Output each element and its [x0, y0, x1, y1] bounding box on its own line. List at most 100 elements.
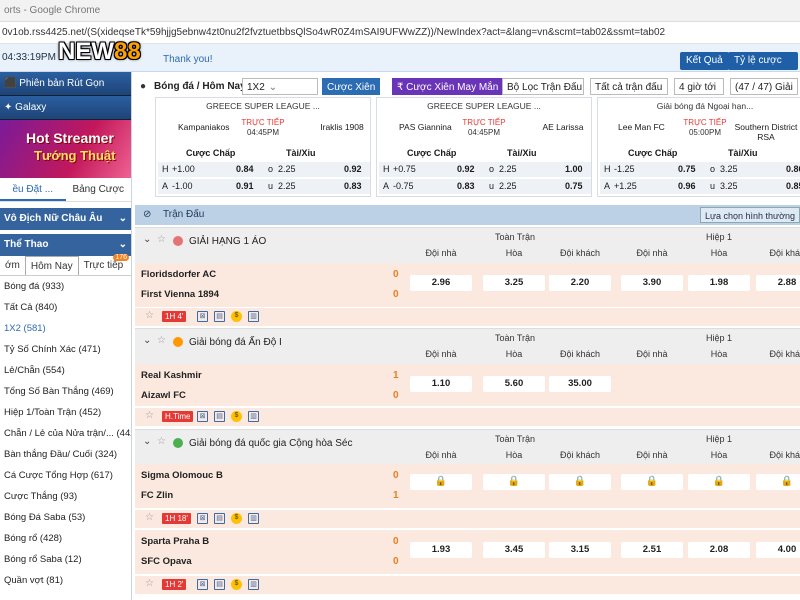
odds-cell[interactable]: 3.15: [549, 542, 611, 558]
handicap-line[interactable]: +1.00: [172, 162, 195, 177]
handicap-line[interactable]: +1.25: [614, 179, 637, 194]
welcome-link[interactable]: Thank you!: [163, 54, 212, 65]
ou-odds[interactable]: 0.86: [786, 162, 800, 177]
handicap-odds[interactable]: 0.83: [457, 179, 475, 194]
stats-icon[interactable]: ▤: [214, 311, 225, 322]
star-icon[interactable]: ☆: [157, 436, 166, 447]
flag-icon[interactable]: ⊠: [197, 579, 208, 590]
match-filter-select[interactable]: Bộ Lọc Trận Đấu: [502, 78, 584, 95]
star-icon[interactable]: ☆: [145, 578, 154, 589]
coin-icon[interactable]: $: [231, 513, 242, 524]
lucky-parlay-button[interactable]: ₹ Cược Xiên May Mắn: [392, 78, 504, 95]
odds-cell[interactable]: 1.93: [410, 542, 472, 558]
stats-icon[interactable]: ▤: [214, 579, 225, 590]
site-logo[interactable]: NEW88: [58, 38, 141, 66]
chart-icon[interactable]: ▥: [248, 579, 259, 590]
flag-icon[interactable]: ⊠: [197, 513, 208, 524]
coin-icon[interactable]: $: [231, 579, 242, 590]
odds-cell[interactable]: 2.96: [410, 275, 472, 291]
odds-cell[interactable]: 3.90: [621, 275, 683, 291]
tab-early[interactable]: ớm: [0, 256, 25, 275]
league-row[interactable]: ⌄ ☆ Giải bóng đá quốc gia Cộng hòa Séc Toàn…: [135, 429, 800, 465]
odds-cell[interactable]: 2.20: [549, 275, 611, 291]
ou-odds[interactable]: 0.75: [565, 179, 583, 194]
streamer-banner[interactable]: Hot Streamer Tướng Thuật: [0, 120, 131, 178]
chart-icon[interactable]: ▥: [248, 513, 259, 524]
ou-odds[interactable]: 0.85: [786, 179, 800, 194]
sidebar-item[interactable]: Chẵn / Lẻ của Nửa trận/... (442): [0, 423, 131, 444]
home-team[interactable]: Floridsdorfer AC: [141, 269, 216, 280]
league-count-select[interactable]: (47 / 47) Giải: [730, 78, 798, 95]
ou-odds[interactable]: 0.92: [344, 162, 362, 177]
ou-line[interactable]: 3.25: [720, 179, 738, 194]
sidebar-item[interactable]: Cược Thắng (93): [0, 486, 131, 507]
odds-cell[interactable]: 2.51: [621, 542, 683, 558]
odds-cell[interactable]: 3.25: [483, 275, 545, 291]
home-team[interactable]: Sparta Praha B: [141, 536, 209, 547]
ou-odds[interactable]: 0.83: [344, 179, 362, 194]
odds-cell[interactable]: 3.45: [483, 542, 545, 558]
ou-line[interactable]: 2.25: [278, 162, 296, 177]
stats-icon[interactable]: ▤: [214, 411, 225, 422]
ou-line[interactable]: 2.25: [278, 179, 296, 194]
sidebar-section-sports[interactable]: Thể Thao ⌄: [0, 234, 131, 256]
chevron-down-icon[interactable]: ⌄: [143, 436, 151, 447]
ou-line[interactable]: 3.25: [720, 162, 738, 177]
sidebar-item[interactable]: Quần vợt (81): [0, 570, 131, 591]
away-team[interactable]: SFC Opava: [141, 556, 192, 567]
sidebar-section-womens-euro[interactable]: Vô Địch Nữ Châu Âu ⌄: [0, 208, 131, 230]
tab-today[interactable]: Hôm Nay: [24, 256, 79, 275]
handicap-line[interactable]: -1.25: [614, 162, 635, 177]
home-team[interactable]: Real Kashmir: [141, 370, 202, 381]
sidebar-item[interactable]: Tổng Số Bàn Thắng (469): [0, 381, 131, 402]
hours-select[interactable]: 4 giờ tới: [674, 78, 724, 95]
home-team[interactable]: Sigma Olomouc B: [141, 470, 223, 481]
star-icon[interactable]: ☆: [157, 234, 166, 245]
star-icon[interactable]: ☆: [145, 310, 154, 321]
chart-icon[interactable]: ▥: [248, 311, 259, 322]
results-button[interactable]: Kết Quả: [680, 52, 729, 70]
sidebar-item[interactable]: Bóng đá (933): [0, 276, 131, 297]
handicap-line[interactable]: -1.00: [172, 179, 193, 194]
sidebar-item[interactable]: 1X2 (581): [0, 318, 131, 339]
coin-icon[interactable]: $: [231, 411, 242, 422]
handicap-odds[interactable]: 0.91: [236, 179, 254, 194]
sidebar-item[interactable]: Bóng rổ Saba (12): [0, 549, 131, 570]
tab-bet-table[interactable]: Bảng Cược: [66, 178, 132, 201]
flag-icon[interactable]: ⊠: [197, 411, 208, 422]
chart-icon[interactable]: ▥: [248, 411, 259, 422]
ou-line[interactable]: 2.25: [499, 162, 517, 177]
galaxy-link[interactable]: ✦ Galaxy: [0, 96, 131, 120]
ou-odds[interactable]: 1.00: [565, 162, 583, 177]
featured-match-card[interactable]: GREECE SUPER LEAGUE ... PAS Giannina TRỰC …: [376, 97, 592, 197]
ou-line[interactable]: 2.25: [499, 179, 517, 194]
featured-match-card[interactable]: Giải bóng đá Ngoại hạn... Lee Man FC TRỰC …: [597, 97, 800, 197]
market-select[interactable]: 1X2 ⌄: [242, 78, 318, 95]
parlay-button[interactable]: Cược Xiên: [322, 78, 381, 95]
odds-cell[interactable]: 2.88: [756, 275, 800, 291]
sidebar-item[interactable]: Cá Cược Tổng Hợp (617): [0, 465, 131, 486]
away-team[interactable]: Aizawl FC: [141, 390, 186, 401]
view-mode-button[interactable]: Lựa chọn hình thường: [699, 207, 800, 223]
away-team[interactable]: First Vienna 1894: [141, 289, 219, 300]
sidebar-item[interactable]: Lẻ/Chẵn (554): [0, 360, 131, 381]
compact-version-link[interactable]: ⬛ Phiên bản Rút Gọn: [0, 72, 131, 96]
odds-cell[interactable]: 35.00: [549, 376, 611, 392]
odds-cell[interactable]: 1.10: [410, 376, 472, 392]
sidebar-item[interactable]: Bóng rổ (428): [0, 528, 131, 549]
handicap-odds[interactable]: 0.92: [457, 162, 475, 177]
stats-icon[interactable]: ▤: [214, 513, 225, 524]
star-icon[interactable]: ☆: [157, 335, 166, 346]
odds-type-dropdown[interactable]: Tỷ lệ cược CN ⌄: [728, 52, 798, 84]
star-icon[interactable]: ☆: [145, 512, 154, 523]
star-icon[interactable]: ☆: [145, 410, 154, 421]
sidebar-item[interactable]: Hiệp 1/Toàn Trận (452): [0, 402, 131, 423]
league-row[interactable]: ⌄ ☆ GIẢI HẠNG 1 ÁO Toàn Trận Hiệp 1 Đội nhà Hò…: [135, 227, 800, 263]
sidebar-item[interactable]: Bàn thắng Đầu/ Cuối (324): [0, 444, 131, 465]
flag-icon[interactable]: ⊠: [197, 311, 208, 322]
featured-match-card[interactable]: GREECE SUPER LEAGUE ... Kampaniakos TRỰC T…: [155, 97, 371, 197]
handicap-odds[interactable]: 0.96: [678, 179, 696, 194]
sidebar-item[interactable]: Bóng Đá Saba (53): [0, 507, 131, 528]
away-team[interactable]: FC Zlin: [141, 490, 173, 501]
tab-bet-list[interactable]: ều Đặt ...: [0, 178, 66, 201]
